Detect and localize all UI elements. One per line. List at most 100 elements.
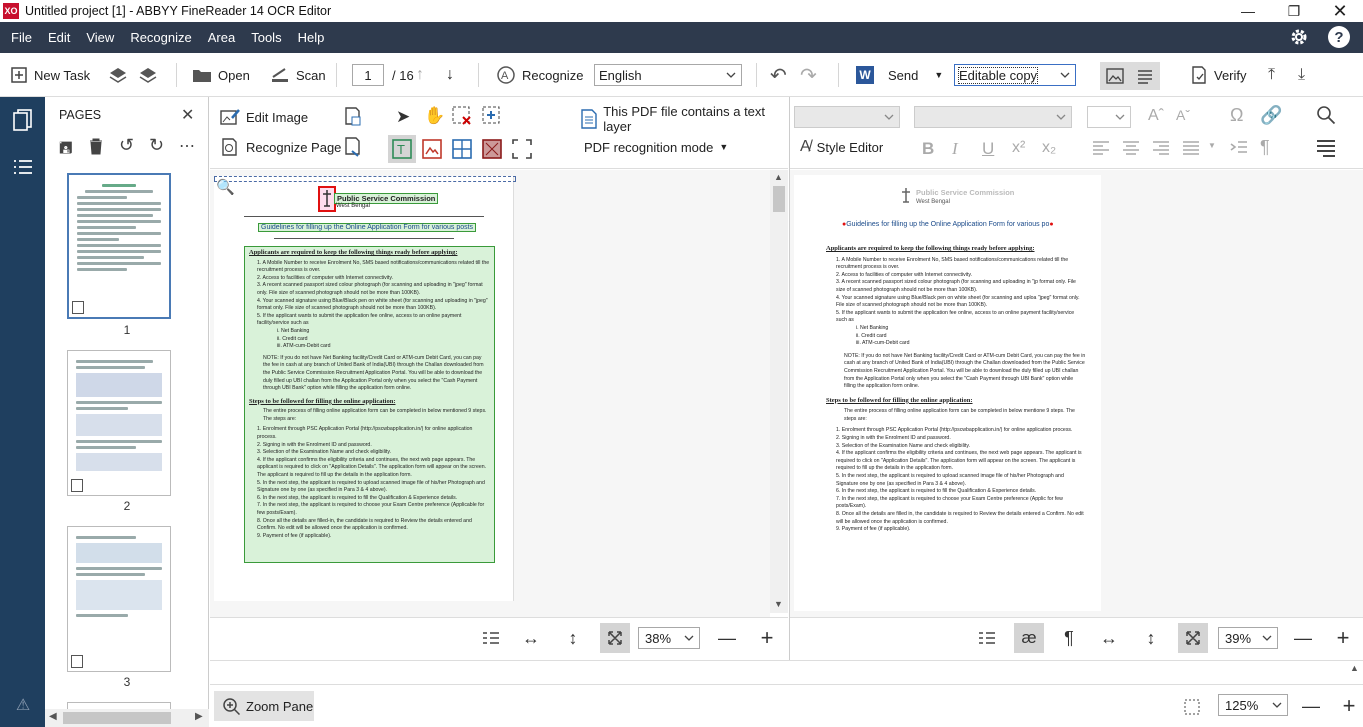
rotate-right-icon[interactable]: ↻: [149, 135, 164, 156]
menu-file[interactable]: File: [3, 22, 40, 53]
menu-area[interactable]: Area: [200, 22, 243, 53]
zoom-out-icon[interactable]: —: [712, 623, 742, 653]
redo-icon[interactable]: ↷: [800, 53, 817, 97]
analyze-page-icon[interactable]: [344, 137, 362, 157]
paragraph-marks-icon[interactable]: ¶: [1054, 623, 1084, 653]
underline-icon[interactable]: U: [982, 139, 994, 159]
increase-font-icon[interactable]: Aˆ: [1148, 107, 1164, 125]
editable-document[interactable]: Public Service Commission West Bengal ●G…: [794, 175, 1101, 611]
image-zoom-select[interactable]: 38%: [638, 627, 700, 649]
align-right-icon[interactable]: [1152, 141, 1170, 155]
page-number-input[interactable]: 1: [352, 64, 384, 86]
delete-area-icon[interactable]: [452, 106, 472, 126]
close-window-button[interactable]: ✕: [1317, 0, 1363, 22]
image-vertical-scrollbar[interactable]: ▲ ▼: [770, 170, 788, 613]
collapse-arrow-icon[interactable]: ▲: [1350, 663, 1359, 673]
settings-gear-icon[interactable]: [1288, 26, 1310, 48]
font-size-select[interactable]: [1087, 106, 1131, 128]
body-text-area[interactable]: Applicants are required to keep the foll…: [244, 246, 495, 563]
align-left-icon[interactable]: [1092, 141, 1110, 155]
zoom-in-icon[interactable]: +: [1328, 623, 1358, 653]
recognize-page-button[interactable]: Recognize Page: [220, 129, 341, 165]
picture-area-tool[interactable]: [418, 135, 446, 163]
zoom-out-icon[interactable]: —: [1296, 691, 1326, 721]
scan-button[interactable]: Scan: [270, 53, 326, 97]
layout-list-icon[interactable]: [476, 623, 506, 653]
show-ae-icon[interactable]: æ: [1014, 623, 1044, 653]
decrease-font-icon[interactable]: Aˇ: [1176, 107, 1190, 123]
add-layers-button[interactable]: [108, 53, 128, 97]
zoom-pane-button[interactable]: Zoom Pane: [214, 691, 314, 721]
zoom-in-icon[interactable]: +: [752, 623, 782, 653]
font-select[interactable]: [914, 106, 1072, 128]
export-up-icon[interactable]: ⤒: [1268, 53, 1275, 97]
background-picture-tool[interactable]: [478, 135, 506, 163]
text-view-toggle[interactable]: [1130, 62, 1160, 90]
align-dropdown-icon[interactable]: ▼: [1208, 141, 1216, 150]
image-canvas[interactable]: 🔍 Public Service Commission West Bengal …: [210, 170, 770, 623]
minimize-button[interactable]: —: [1225, 0, 1271, 22]
image-view-toggle[interactable]: [1100, 62, 1130, 90]
paragraph-mark-icon[interactable]: ¶: [1260, 137, 1270, 158]
page-thumbnail-2[interactable]: [67, 350, 171, 496]
table-area-tool[interactable]: [448, 135, 476, 163]
style-editor-button[interactable]: A̸ Style Editor: [800, 127, 883, 167]
delete-page-icon[interactable]: [89, 137, 103, 155]
export-down-icon[interactable]: ⤓: [1298, 53, 1305, 97]
rotate-left-icon[interactable]: ↺: [119, 135, 134, 156]
next-page-arrow-icon[interactable]: ↓: [446, 53, 454, 97]
page-thumbnail-3[interactable]: [67, 526, 171, 672]
zoom-pane-select[interactable]: 125%: [1218, 694, 1288, 716]
list-nav-icon[interactable]: [0, 152, 45, 182]
horizontal-splitter[interactable]: ▲: [210, 660, 1363, 684]
more-options-icon[interactable]: ⋯: [179, 136, 195, 156]
maximize-button[interactable]: ❐: [1271, 0, 1317, 22]
fit-selection-icon[interactable]: [1184, 699, 1200, 715]
special-char-icon[interactable]: Ω: [1230, 105, 1243, 126]
previous-page-arrow-icon[interactable]: ↑: [416, 53, 424, 97]
new-task-button[interactable]: New Task: [10, 53, 90, 97]
fit-width-icon[interactable]: ↔: [1094, 623, 1124, 653]
fit-height-icon[interactable]: ↕: [1136, 623, 1166, 653]
editable-copy-select[interactable]: Editable copy: [954, 64, 1076, 86]
menu-view[interactable]: View: [78, 22, 122, 53]
fit-width-icon[interactable]: ↔: [516, 623, 546, 653]
layout-list-icon[interactable]: [972, 623, 1002, 653]
justify-icon[interactable]: [1182, 141, 1200, 155]
pdf-recognition-mode-dropdown[interactable]: PDF recognition mode ▼: [584, 127, 728, 167]
link-icon[interactable]: 🔗: [1260, 105, 1282, 126]
subscript-icon[interactable]: x₂: [1042, 139, 1056, 157]
indent-icon[interactable]: [1230, 140, 1248, 156]
barcode-area-tool[interactable]: [508, 135, 536, 163]
add-area-icon[interactable]: [482, 106, 502, 126]
open-button[interactable]: Open: [192, 53, 250, 97]
help-icon[interactable]: ?: [1328, 26, 1350, 48]
search-icon[interactable]: [1316, 105, 1336, 125]
menu-recognize[interactable]: Recognize: [122, 22, 199, 53]
select-pointer-icon[interactable]: ➤: [396, 107, 410, 127]
page-properties-icon[interactable]: [344, 107, 362, 127]
zoom-out-icon[interactable]: —: [1288, 623, 1318, 653]
fit-height-icon[interactable]: ↕: [558, 623, 588, 653]
menu-edit[interactable]: Edit: [40, 22, 78, 53]
language-select[interactable]: English: [594, 64, 742, 86]
hand-tool-icon[interactable]: ✋: [424, 106, 445, 126]
text-area-tool[interactable]: T: [388, 135, 416, 163]
pages-nav-icon[interactable]: [0, 105, 45, 135]
text-zoom-select[interactable]: 39%: [1218, 627, 1278, 649]
recognize-button[interactable]: A Recognize: [496, 53, 583, 97]
send-button[interactable]: W Send ▼: [856, 53, 943, 97]
close-pages-icon[interactable]: ✕: [181, 105, 194, 125]
layers-button[interactable]: [138, 53, 158, 97]
warning-icon[interactable]: ⚠: [12, 695, 34, 715]
superscript-icon[interactable]: x²: [1012, 139, 1025, 157]
fit-page-icon[interactable]: [600, 623, 630, 653]
italic-icon[interactable]: I: [952, 139, 958, 159]
fit-page-icon[interactable]: [1178, 623, 1208, 653]
menu-tools[interactable]: Tools: [243, 22, 289, 53]
save-page-icon[interactable]: 🖪: [59, 137, 73, 164]
properties-icon[interactable]: [1316, 139, 1336, 157]
zoom-in-icon[interactable]: +: [1334, 691, 1363, 721]
text-canvas[interactable]: Public Service Commission West Bengal ●G…: [790, 170, 1363, 617]
verify-button[interactable]: Verify: [1190, 53, 1247, 97]
